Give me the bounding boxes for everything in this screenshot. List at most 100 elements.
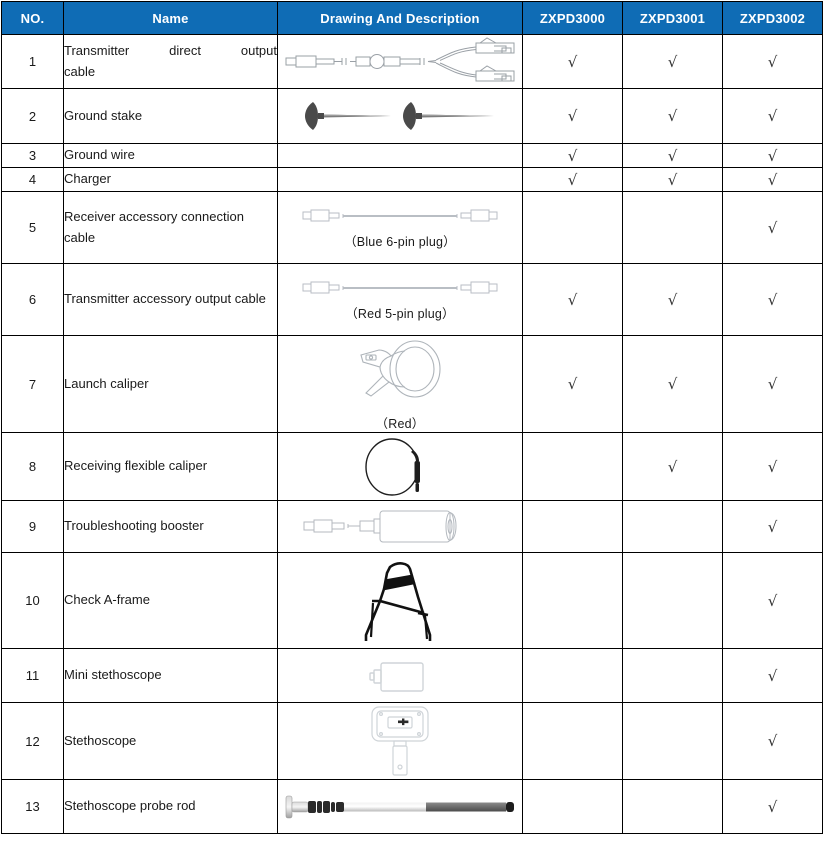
troubleshooting-booster-drawing	[278, 507, 522, 547]
accessory-configuration-table: NO. Name Drawing And Description ZXPD300…	[1, 1, 823, 834]
availability-cell-zxpd3000: √	[522, 167, 623, 192]
check-mark-icon: √	[767, 591, 778, 610]
availability-cell-zxpd3001: √	[622, 263, 723, 336]
accessory-name-cell: Receiver accessory connection cable	[63, 191, 278, 264]
receiver-accessory-connection-cable-drawing	[302, 209, 498, 221]
accessory-name-cell: Receiving flexible caliper	[63, 432, 278, 501]
drawing-and-description-cell	[277, 648, 523, 703]
availability-cell-zxpd3000	[522, 779, 623, 834]
check-mark-icon: √	[767, 52, 778, 71]
availability-cell-zxpd3002: √	[722, 779, 823, 834]
ground-stake-drawing	[278, 94, 522, 138]
row-number-cell: 4	[1, 167, 64, 192]
column-header-name: Name	[63, 1, 278, 35]
availability-cell-zxpd3002: √	[722, 432, 823, 501]
availability-cell-zxpd3001	[622, 779, 723, 834]
availability-cell-zxpd3002: √	[722, 167, 823, 192]
accessory-name-cell: Stethoscope probe rod	[63, 779, 278, 834]
drawing-and-description-cell	[277, 702, 523, 780]
row-number-cell: 7	[1, 335, 64, 433]
drawing-and-description-cell	[277, 34, 523, 89]
table-header-row: NO. Name Drawing And Description ZXPD300…	[1, 1, 823, 35]
column-header-zxpd3000: ZXPD3000	[522, 1, 623, 35]
column-header-no: NO.	[1, 1, 64, 35]
availability-cell-zxpd3000	[522, 432, 623, 501]
row-number-cell: 10	[1, 552, 64, 649]
check-mark-icon: √	[767, 666, 778, 685]
stethoscope-probe-rod-drawing	[278, 790, 522, 824]
row-number-cell: 2	[1, 88, 64, 144]
table-row: 10 Check A-frame √	[1, 552, 823, 649]
accessory-name-cell: Charger	[63, 167, 278, 192]
table-row: 2 Ground stake √ √ √	[1, 88, 823, 144]
transmitter-direct-output-cable-drawing	[278, 36, 522, 87]
accessory-name-cell: Troubleshooting booster	[63, 500, 278, 553]
drawing-and-description-cell	[277, 88, 523, 144]
availability-cell-zxpd3001: √	[622, 34, 723, 89]
launch-caliper-drawing	[278, 336, 522, 408]
availability-cell-zxpd3000	[522, 191, 623, 264]
availability-cell-zxpd3001: √	[622, 432, 723, 501]
availability-cell-zxpd3002: √	[722, 552, 823, 649]
availability-cell-zxpd3001: √	[622, 167, 723, 192]
check-mark-icon: √	[767, 218, 778, 237]
check-mark-icon: √	[567, 170, 578, 189]
row-number-cell: 3	[1, 143, 64, 168]
availability-cell-zxpd3002: √	[722, 88, 823, 144]
availability-cell-zxpd3002: √	[722, 500, 823, 553]
drawing-and-description-cell	[277, 432, 523, 501]
column-header-drawing-and-description: Drawing And Description	[277, 1, 523, 35]
availability-cell-zxpd3002: √	[722, 648, 823, 703]
table-row: 1 Transmitter direct output cable √ √ √	[1, 34, 823, 89]
availability-cell-zxpd3000	[522, 500, 623, 553]
receiving-flexible-caliper-drawing	[365, 437, 420, 496]
mini-stethoscope-drawing	[369, 661, 424, 692]
column-header-zxpd3001: ZXPD3001	[622, 1, 723, 35]
drawing-and-description-cell: （Blue 6-pin plug）	[277, 191, 523, 264]
check-mark-icon: √	[567, 375, 578, 393]
drawing-and-description-cell	[277, 500, 523, 553]
transmitter-accessory-output-cable-drawing	[278, 278, 522, 298]
accessory-name-cell: Transmitter accessory output cable	[63, 263, 278, 336]
ground-stake-drawing	[305, 102, 494, 130]
stethoscope-probe-rod-drawing	[285, 795, 514, 818]
row-number-cell: 13	[1, 779, 64, 834]
check-mark-icon: √	[767, 517, 778, 536]
row-number-cell: 6	[1, 263, 64, 336]
troubleshooting-booster-drawing	[303, 510, 457, 542]
drawing-caption: （Red 5-pin plug）	[345, 306, 455, 321]
check-mark-icon: √	[767, 375, 778, 393]
accessory-name-cell: Stethoscope	[63, 702, 278, 780]
column-header-zxpd3002: ZXPD3002	[722, 1, 823, 35]
mini-stethoscope-drawing	[278, 657, 522, 695]
check-mark-icon: √	[667, 457, 678, 476]
check-mark-icon: √	[767, 146, 778, 165]
drawing-and-description-cell	[277, 779, 523, 834]
availability-cell-zxpd3002: √	[722, 34, 823, 89]
drawing-and-description-cell	[277, 552, 523, 649]
check-mark-icon: √	[667, 170, 678, 189]
availability-cell-zxpd3001	[622, 500, 723, 553]
availability-cell-zxpd3001	[622, 702, 723, 780]
check-mark-icon: √	[767, 457, 778, 476]
table-row: 3 Ground wire √ √ √	[1, 143, 823, 168]
row-number-cell: 9	[1, 500, 64, 553]
availability-cell-zxpd3000: √	[522, 263, 623, 336]
accessory-name-cell: Mini stethoscope	[63, 648, 278, 703]
check-mark-icon: √	[767, 107, 778, 125]
transmitter-direct-output-cable-drawing	[285, 36, 515, 81]
availability-cell-zxpd3002: √	[722, 143, 823, 168]
stethoscope-drawing	[278, 703, 522, 779]
check-mark-icon: √	[567, 107, 578, 125]
table-row: 12 Stethoscope √	[1, 702, 823, 780]
check-mark-icon: √	[667, 375, 678, 393]
table-row: 9 Troubleshooting booster √	[1, 500, 823, 553]
drawing-caption: （Red）	[375, 417, 425, 431]
drawing-and-description-cell	[277, 143, 523, 168]
table-row: 5 Receiver accessory connection cable （Bl…	[1, 191, 823, 264]
check-a-frame-drawing	[278, 557, 522, 645]
check-mark-icon: √	[767, 797, 778, 816]
availability-cell-zxpd3001	[622, 552, 723, 649]
availability-cell-zxpd3002: √	[722, 702, 823, 780]
row-number-cell: 8	[1, 432, 64, 501]
